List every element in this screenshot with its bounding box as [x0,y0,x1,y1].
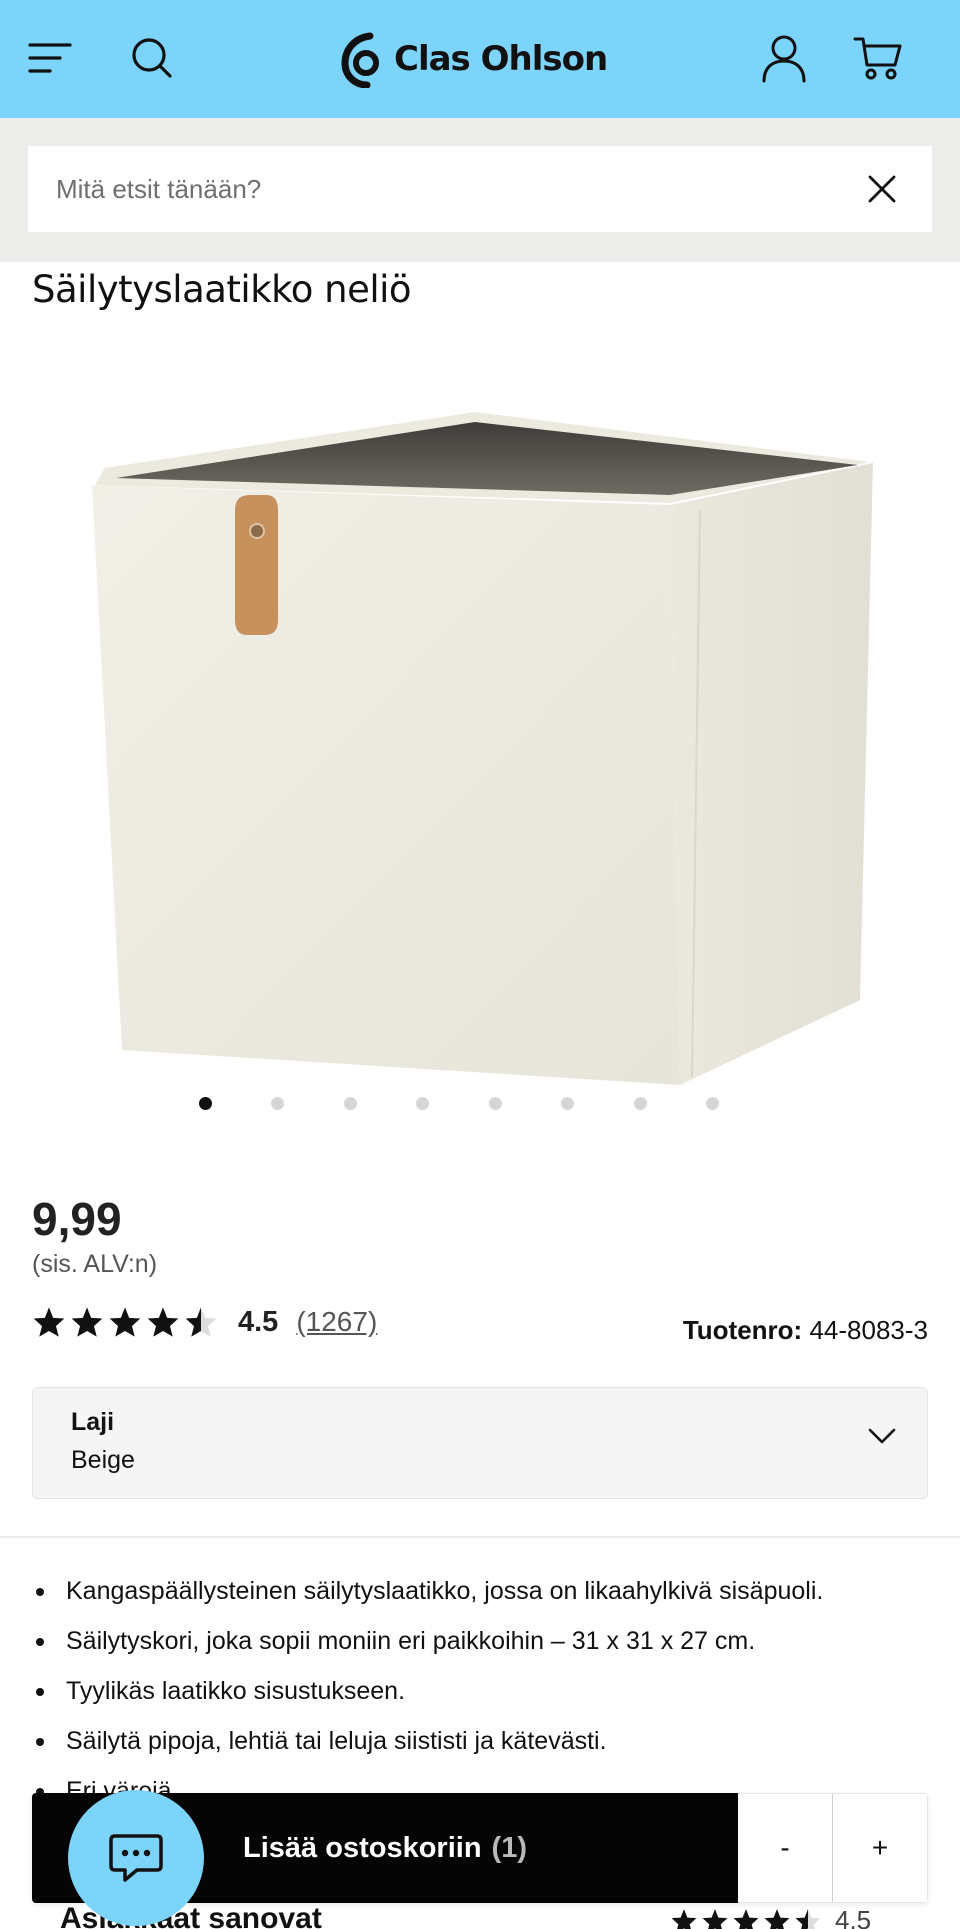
carousel-dot[interactable] [416,1097,429,1110]
star-icon [147,1307,179,1337]
cart-icon [853,37,902,80]
search-button[interactable] [122,28,182,88]
close-icon [868,175,896,203]
vat-note: (sis. ALV:n) [32,1250,158,1278]
reviews-value: 4.5 [835,1905,872,1929]
carousel-dot[interactable] [271,1097,284,1110]
carousel-dot[interactable] [634,1097,647,1110]
brand-logo[interactable]: Clas Ohlson [340,24,608,94]
star-icon [71,1307,103,1337]
account-icon [762,35,806,83]
cart-quantity: (1) [491,1831,527,1864]
product-rating: 4.5 (1267) [32,1300,377,1344]
rating-count-link[interactable]: (1267) [296,1306,377,1338]
feature-item: Säilytyskori, joka sopii moniin eri paik… [32,1616,932,1666]
decrease-quantity-button[interactable]: - [738,1793,833,1903]
feature-item: Säilytä pipoja, lehtiä tai leluja siisti… [32,1716,932,1766]
product-number-value: 44-8083-3 [809,1315,928,1345]
carousel-dot[interactable] [489,1097,502,1110]
clear-search-button[interactable] [860,167,904,211]
search-input[interactable] [56,173,860,205]
half-star-icon [185,1307,217,1337]
carousel-dot[interactable] [706,1097,719,1110]
variant-dropdown[interactable]: Laji Beige [32,1387,928,1499]
carousel-dot[interactable] [344,1097,357,1110]
chat-icon [109,1834,163,1882]
increase-quantity-button[interactable]: + [833,1793,928,1903]
menu-icon [28,43,72,73]
search-box [28,146,932,232]
carousel-dot[interactable] [199,1097,212,1110]
product-price: 9,99 [32,1193,122,1245]
feature-item: Tyylikäs laatikko sisustukseen. [32,1666,932,1716]
product-features: Kangaspäällysteinen säilytyslaatikko, jo… [32,1566,932,1816]
account-button[interactable] [754,28,814,88]
brand-name: Clas Ohlson [394,39,608,79]
chat-button[interactable] [68,1790,204,1926]
cart-button[interactable] [848,28,908,88]
top-header: Clas Ohlson [0,0,960,118]
add-to-cart-label: Lisää ostoskoriin [243,1831,482,1864]
star-icon [764,1908,790,1929]
star-icon [702,1908,728,1929]
chevron-down-icon [868,1428,896,1444]
reviews-summary: 4.5 [670,1905,871,1929]
product-image[interactable] [80,395,890,1095]
product-number-label: Tuotenro: [682,1315,803,1345]
search-icon [132,38,172,78]
section-divider [0,1536,960,1538]
star-icon [33,1307,65,1337]
product-title: Säilytyslaatikko neliö [32,268,412,311]
variant-label: Laji [71,1408,115,1436]
logo-mark-icon [341,32,379,88]
rating-stars [32,1306,218,1338]
star-icon [733,1908,759,1929]
star-icon [671,1908,697,1929]
variant-value: Beige [71,1446,135,1474]
star-icon [109,1307,141,1337]
search-bar-area [0,118,960,262]
image-carousel-dots [0,1097,960,1113]
rating-value: 4.5 [238,1305,279,1338]
half-star-icon [795,1908,821,1929]
menu-button[interactable] [20,28,80,88]
feature-item: Kangaspäällysteinen säilytyslaatikko, jo… [32,1566,932,1616]
carousel-dot[interactable] [561,1097,574,1110]
product-number: Tuotenro: 44-8083-3 [683,1315,928,1346]
